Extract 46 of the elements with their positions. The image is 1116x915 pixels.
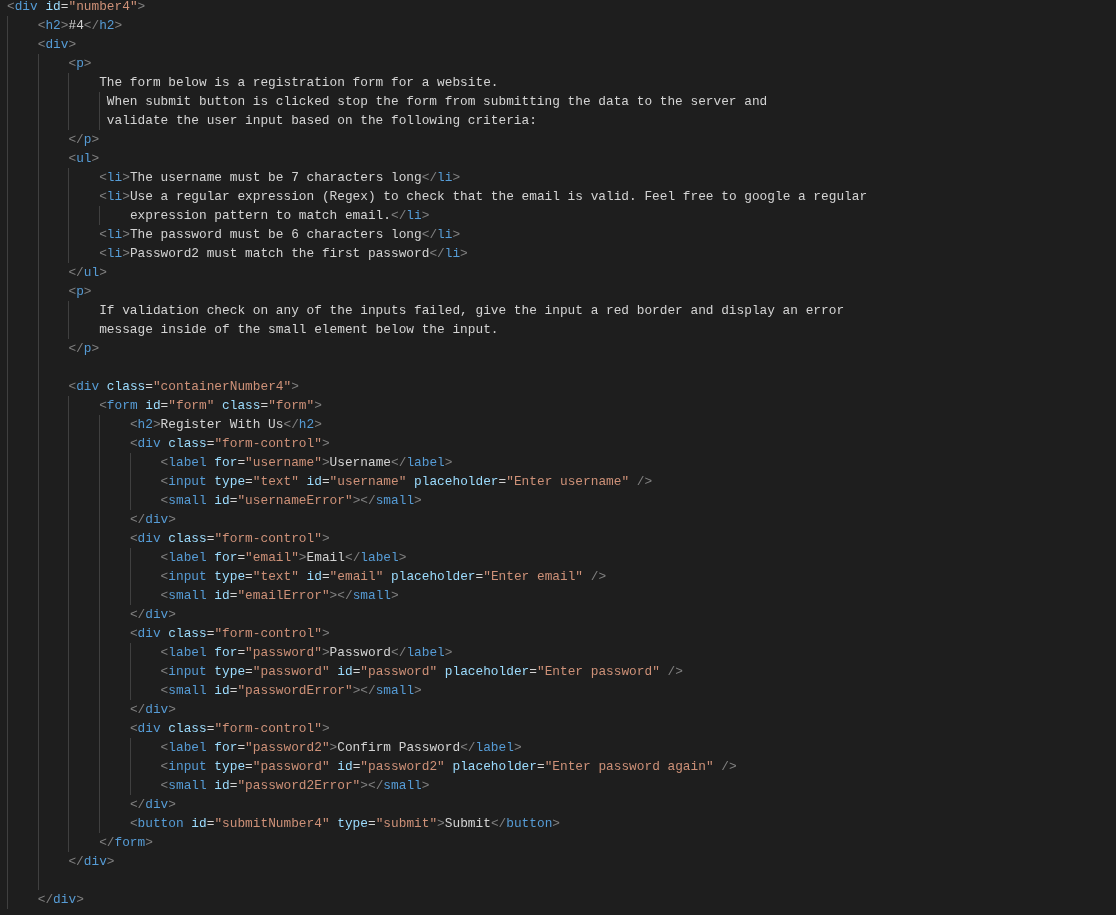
code-line: </div> (37, 891, 84, 909)
code-line: <div class="containerNumber4"> (68, 378, 299, 396)
code-line: <div id="number4"> (7, 0, 146, 16)
code-line: <form id="form" class="form"> (99, 397, 322, 415)
code-line: <h2>Register With Us</h2> (129, 416, 322, 434)
code-line: </ul> (68, 264, 107, 282)
code-line: <small id="password2Error"></small> (160, 777, 430, 795)
code-line: </div> (129, 511, 176, 529)
code-line: </div> (68, 853, 115, 871)
code-line: <div> (37, 36, 77, 54)
code-line: When submit button is clicked stop the form from submitting the data to the server and (106, 93, 768, 111)
code-line: <li>The username must be 7 characters long</li> (99, 169, 461, 187)
code-line: If validation check on any of the inputs failed, give the input a red border and display an error (99, 302, 845, 320)
code-line: </p> (68, 340, 100, 358)
code-line: <input type="text" id="username" placeholder="Enter username" /> (160, 473, 653, 491)
code-line: <div class="form-control"> (129, 625, 330, 643)
code-line: <p> (68, 55, 92, 73)
code-line: <button id="submitNumber4" type="submit">Submit</button> (129, 815, 560, 833)
code-line: <label for="password">Password</label> (160, 644, 453, 662)
code-line: <div class="form-control"> (129, 435, 330, 453)
code-line: expression pattern to match email.</li> (129, 207, 430, 225)
code-line: <div class="form-control"> (129, 720, 330, 738)
code-line: <input type="text" id="email" placeholder="Enter email" /> (160, 568, 607, 586)
code-line: <small id="emailError"></small> (160, 587, 399, 605)
code-line: <small id="usernameError"></small> (160, 492, 422, 510)
code-line: </p> (68, 131, 100, 149)
code-line: <ul> (68, 150, 100, 168)
code-line: validate the user input based on the following criteria: (106, 112, 537, 130)
code-line: message inside of the small element below the input. (99, 321, 499, 339)
code-line: </form> (99, 834, 153, 852)
code-line: </div> (129, 606, 176, 624)
code-line: The form below is a registration form for a website. (99, 74, 499, 92)
code-line: <li>Use a regular expression (Regex) to check that the email is valid. Feel free to google a regular (99, 188, 868, 206)
code-line: <p> (68, 283, 92, 301)
code-line: <small id="passwordError"></small> (160, 682, 422, 700)
code-line: <label for="username">Username</label> (160, 454, 453, 472)
code-line: <h2>#4</h2> (37, 17, 123, 35)
code-line: <div class="form-control"> (129, 530, 330, 548)
code-line: </div> (129, 701, 176, 719)
code-line: <input type="password" id="password" placeholder="Enter password" /> (160, 663, 683, 681)
code-line: <input type="password" id="password2" placeholder="Enter password again" /> (160, 758, 737, 776)
code-line: <li>Password2 must match the first password</li> (99, 245, 468, 263)
code-line: <label for="password2">Confirm Password</label> (160, 739, 522, 757)
code-line: <li>The password must be 6 characters long</li> (99, 226, 461, 244)
code-line: </div> (129, 796, 176, 814)
code-line: <label for="email">Email</label> (160, 549, 407, 567)
